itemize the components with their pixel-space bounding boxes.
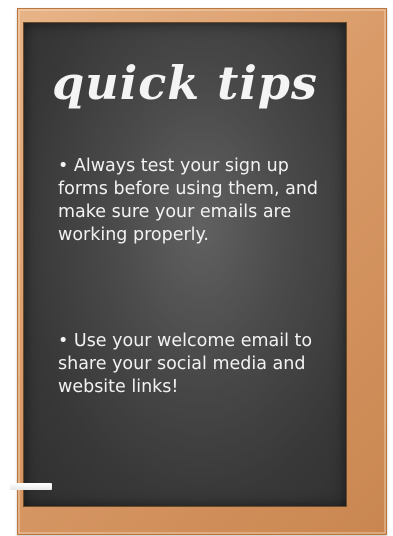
chalk-piece <box>10 483 52 490</box>
tip-text-1: • Always test your sign up forms before … <box>58 156 319 245</box>
tip-text-2: • Use your welcome email to share your s… <box>58 331 313 397</box>
board-title: quick tips <box>52 56 318 110</box>
chalkboard: quick tips • Always test your sign up fo… <box>23 22 347 507</box>
